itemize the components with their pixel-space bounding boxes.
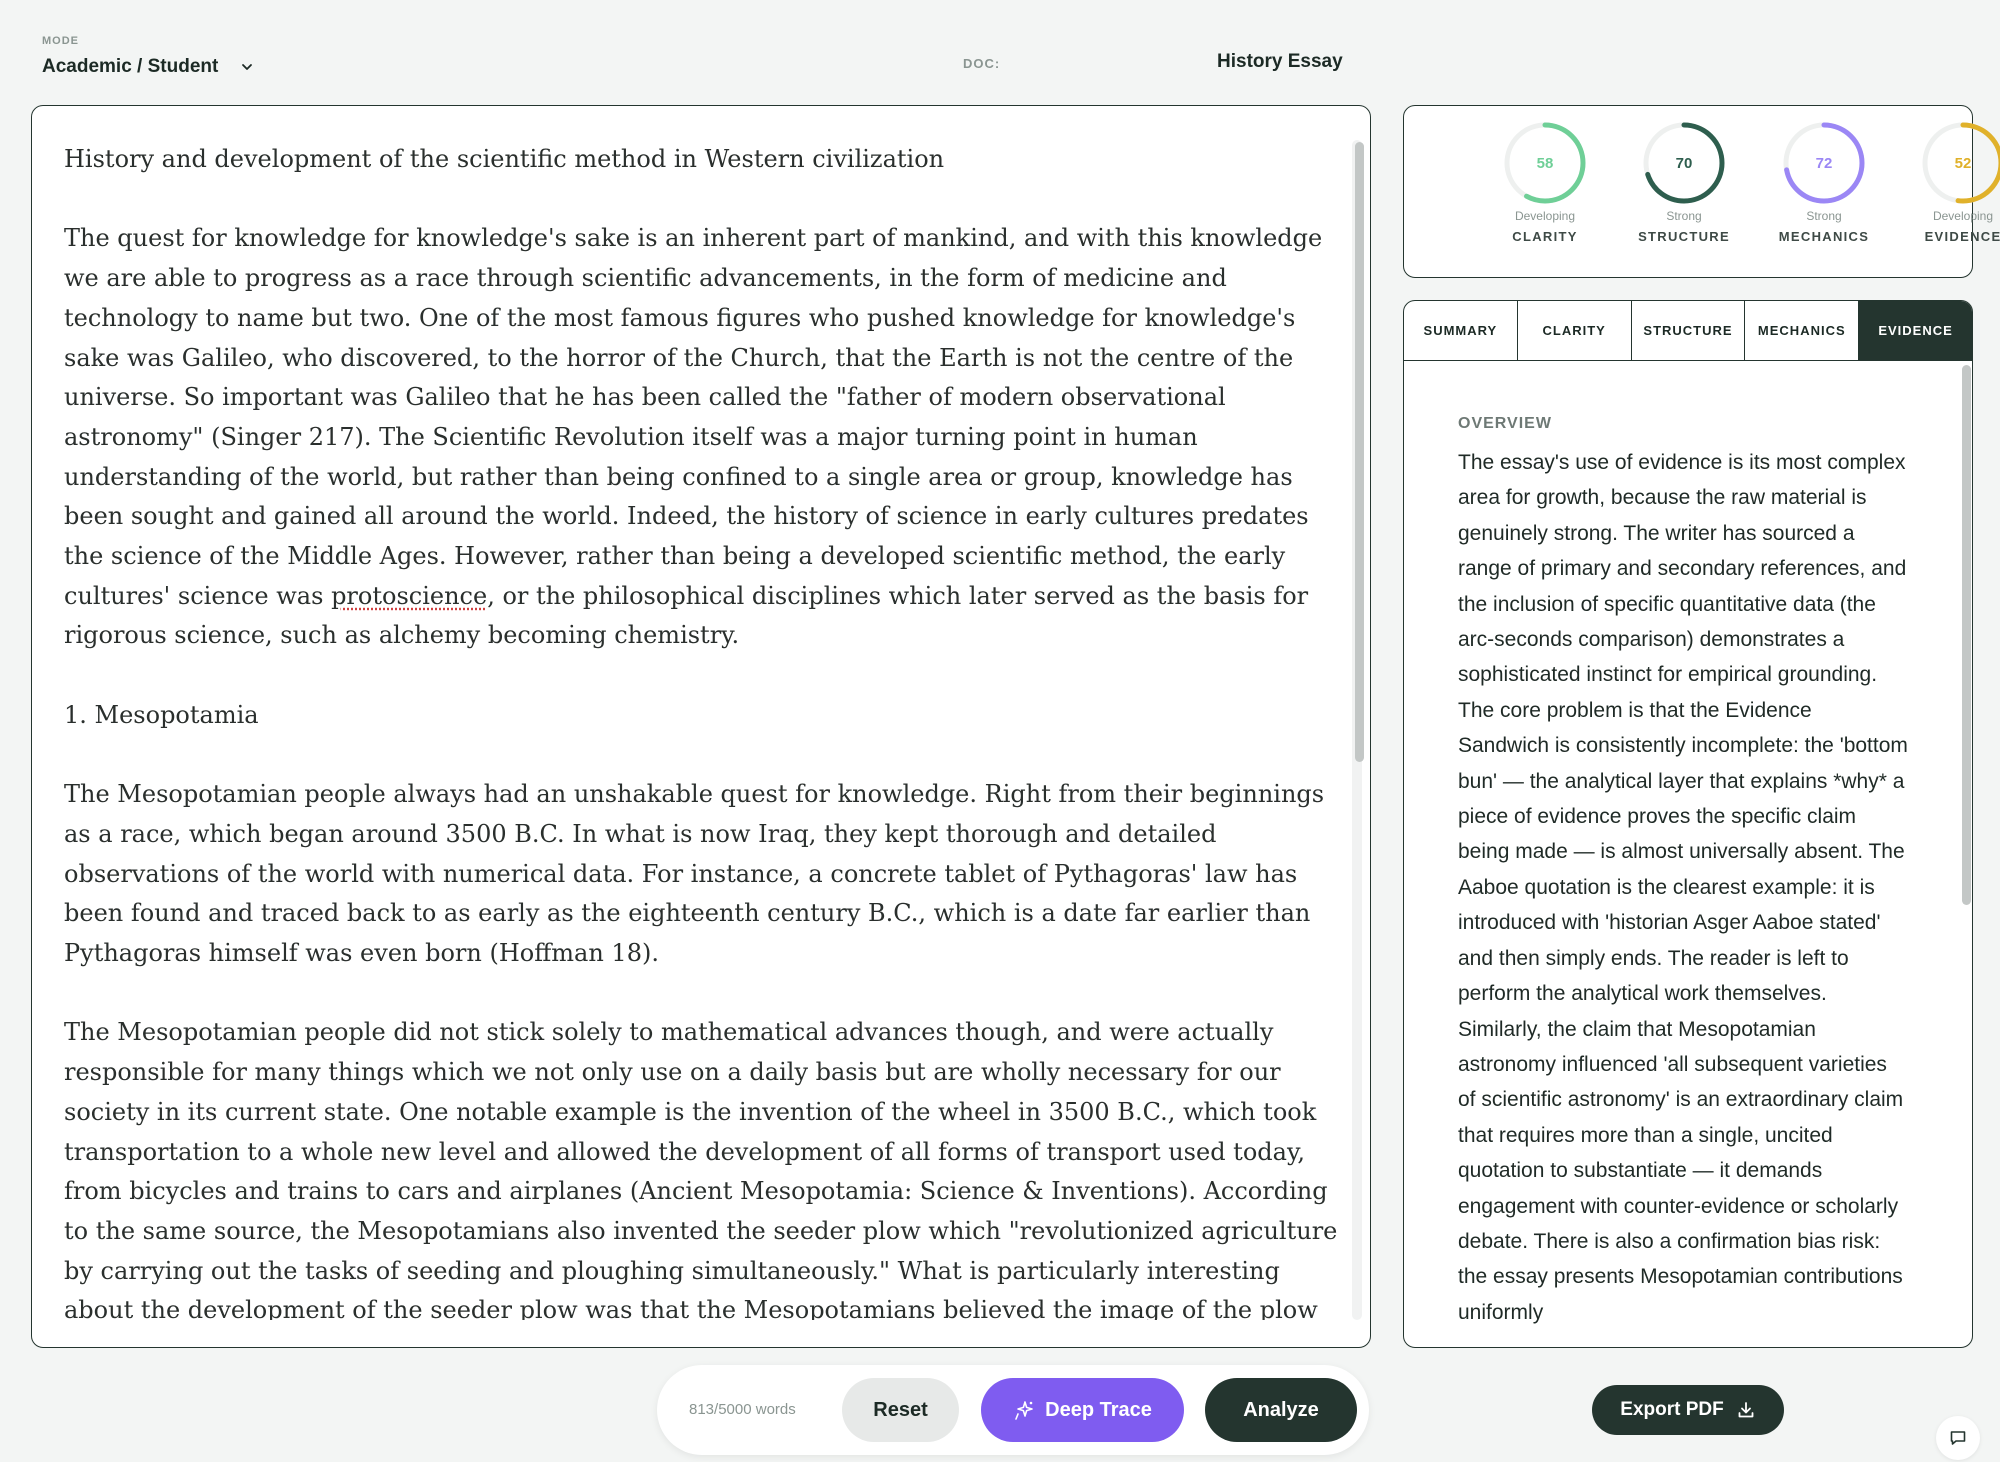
score-label: STRUCTURE: [1638, 229, 1730, 244]
score-ring: 70: [1643, 122, 1725, 204]
feedback-panel: SUMMARY CLARITY STRUCTURE MECHANICS EVID…: [1403, 300, 1973, 1348]
score-level: Developing: [1514, 209, 1576, 223]
score-level: Strong: [1806, 209, 1842, 223]
score-structure[interactable]: 70 Strong STRUCTURE: [1614, 120, 1754, 244]
chat-bubble-icon: [1950, 1431, 1966, 1445]
score-value: 70: [1676, 155, 1693, 172]
tab-clarity[interactable]: CLARITY: [1518, 301, 1632, 360]
tab-structure[interactable]: STRUCTURE: [1632, 301, 1746, 360]
overview-heading: OVERVIEW: [1458, 415, 1552, 432]
export-pdf-button[interactable]: Export PDF: [1592, 1385, 1784, 1435]
score-mechanics[interactable]: 72 Strong MECHANICS: [1754, 120, 1894, 244]
editor-scrollbar-thumb[interactable]: [1355, 142, 1364, 762]
score-ring: 72: [1783, 122, 1865, 204]
mode-caption: MODE: [42, 35, 79, 47]
score-label: CLARITY: [1512, 229, 1578, 244]
score-ring: 52: [1922, 122, 2000, 204]
tab-evidence[interactable]: EVIDENCE: [1859, 301, 1972, 360]
essay-title: History and development of the scientifi…: [64, 145, 945, 173]
chat-button[interactable]: [1936, 1416, 1980, 1460]
feedback-body[interactable]: OVERVIEW The essay's use of evidence is …: [1458, 415, 1908, 1335]
sparkle-icon: [1015, 1401, 1033, 1420]
download-icon: [1738, 1402, 1754, 1418]
doc-title[interactable]: History Essay: [1217, 51, 1343, 73]
deep-trace-label: Deep Trace: [1045, 1398, 1152, 1421]
essay-editor[interactable]: History and development of the scientifi…: [31, 105, 1371, 1348]
spelling-flag[interactable]: protoscience: [331, 582, 487, 610]
scores-card: 58 Developing CLARITY 70 Strong STRUCTUR…: [1403, 105, 2000, 278]
essay-text-area[interactable]: History and development of the scientifi…: [64, 140, 1349, 1320]
mode-value: Academic / Student: [42, 56, 219, 77]
chevron-down-icon: [242, 64, 253, 70]
tab-mechanics[interactable]: MECHANICS: [1745, 301, 1860, 360]
reset-button[interactable]: Reset: [842, 1378, 959, 1442]
score-value: 58: [1537, 155, 1554, 172]
panel-scrollbar-thumb[interactable]: [1962, 365, 1971, 905]
score-value: 72: [1816, 155, 1833, 172]
essay-paragraph: The Mesopotamian people always had an un…: [64, 780, 1325, 968]
export-label: Export PDF: [1620, 1399, 1724, 1420]
score-ring: 58: [1504, 122, 1586, 204]
score-level: Developing: [1932, 209, 1994, 223]
tab-summary[interactable]: SUMMARY: [1404, 301, 1518, 360]
score-label: EVIDENCE: [1924, 229, 2000, 244]
doc-caption: DOC:: [963, 56, 1001, 71]
analyze-label: Analyze: [1243, 1398, 1319, 1421]
essay-paragraph: The Mesopotamian people did not stick so…: [64, 1018, 1338, 1320]
score-level: Strong: [1666, 209, 1702, 223]
essay-paragraph: The quest for knowledge for knowledge's …: [64, 224, 1323, 650]
score-clarity[interactable]: 58 Developing CLARITY: [1475, 120, 1615, 244]
score-value: 52: [1955, 155, 1972, 172]
overview-text: The essay's use of evidence is its most …: [1458, 451, 1908, 1324]
score-evidence[interactable]: 52 Developing EVIDENCE: [1893, 120, 2000, 244]
mode-select[interactable]: Academic / Student: [42, 56, 254, 78]
deep-trace-button[interactable]: Deep Trace: [981, 1378, 1184, 1442]
word-count: 813/5000 words: [689, 1401, 796, 1418]
essay-heading: 1. Mesopotamia: [64, 700, 259, 729]
score-label: MECHANICS: [1778, 229, 1870, 244]
analyze-button[interactable]: Analyze: [1205, 1378, 1357, 1442]
feedback-tabs: SUMMARY CLARITY STRUCTURE MECHANICS EVID…: [1404, 301, 1972, 361]
action-toolbar: 813/5000 words Reset Deep Trace Analyze: [657, 1365, 1369, 1455]
reset-label: Reset: [873, 1398, 928, 1421]
